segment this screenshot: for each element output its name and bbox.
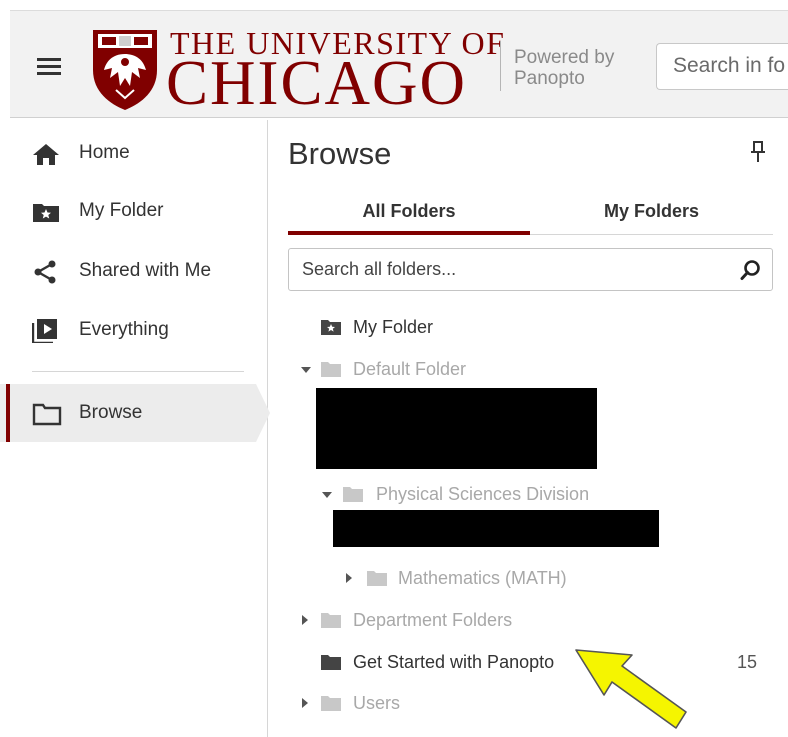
tree-item-default-folder[interactable]: Default Folder	[300, 359, 500, 383]
redacted-block	[316, 388, 597, 469]
tab-label: All Folders	[362, 201, 456, 221]
sidebar-item-label: Shared with Me	[79, 260, 212, 281]
starred-folder-icon	[321, 320, 341, 335]
caret-down-icon[interactable]	[321, 490, 333, 502]
tree-item-label: Default Folder	[353, 359, 467, 379]
tree-item-department-folders[interactable]: Department Folders	[299, 610, 539, 634]
starred-folder-icon	[33, 204, 59, 222]
sidebar-item-everything[interactable]: Everything	[0, 305, 268, 355]
global-search-box[interactable]	[656, 43, 788, 90]
sidebar-item-label: Everything	[79, 319, 169, 340]
page-title: Browse	[288, 136, 392, 171]
tree-item-label: Users	[353, 693, 401, 713]
tree-item-label: Get Started with Panopto	[353, 652, 555, 672]
tree-item-label: Department Folders	[353, 610, 513, 630]
folder-outline-icon	[32, 403, 62, 426]
tree-item-label: My Folder	[353, 317, 434, 337]
folder-search-box[interactable]	[288, 248, 773, 291]
sidebar: Home My Folder Shared with Me Everything	[0, 120, 270, 737]
folder-icon	[321, 655, 341, 670]
tree-item-mathematics[interactable]: Mathematics (MATH)	[343, 568, 583, 592]
sidebar-item-my-folder[interactable]: My Folder	[0, 186, 268, 236]
caret-right-icon[interactable]	[343, 572, 355, 584]
tree-item-get-started-with-panopto[interactable]: Get Started with Panopto	[320, 652, 580, 676]
sidebar-divider	[32, 371, 244, 372]
redacted-block	[333, 510, 659, 547]
search-icon[interactable]	[740, 259, 762, 281]
tree-item-label: Physical Sciences Division	[376, 484, 590, 504]
folder-icon	[321, 362, 341, 377]
folder-search-input[interactable]	[302, 259, 722, 280]
tree-item-label: Mathematics (MATH)	[398, 568, 567, 588]
session-count: 15	[737, 652, 758, 672]
tab-all-folders[interactable]: All Folders	[288, 199, 530, 235]
powered-by-text: Powered by	[514, 47, 615, 68]
powered-by-label: Powered by Panopto	[514, 47, 614, 89]
share-icon	[34, 260, 56, 284]
folder-icon	[321, 613, 341, 628]
tree-item-physical-sciences-division[interactable]: Physical Sciences Division	[321, 484, 601, 508]
global-search-input[interactable]	[657, 44, 788, 78]
play-stack-icon	[32, 319, 57, 343]
caret-down-icon[interactable]	[300, 365, 312, 377]
header-divider	[500, 41, 501, 91]
home-icon	[33, 144, 59, 165]
sidebar-item-browse[interactable]: Browse	[0, 384, 270, 442]
yellow-arrow-annotation	[575, 649, 687, 729]
active-notch	[256, 384, 270, 442]
tab-my-folders[interactable]: My Folders	[530, 199, 773, 235]
pin-icon[interactable]	[750, 141, 766, 163]
tab-label: My Folders	[603, 201, 700, 221]
tree-item-users[interactable]: Users	[299, 693, 439, 717]
university-crest-logo	[93, 30, 157, 110]
hamburger-menu-icon[interactable]	[37, 58, 61, 76]
caret-right-icon[interactable]	[299, 614, 311, 626]
folder-icon	[321, 696, 341, 711]
active-indicator	[6, 384, 10, 442]
sidebar-item-shared-with-me[interactable]: Shared with Me	[0, 246, 268, 296]
sidebar-item-home[interactable]: Home	[0, 128, 268, 178]
folder-icon	[343, 487, 363, 502]
sidebar-item-label: Browse	[79, 402, 143, 423]
folder-icon	[367, 571, 387, 586]
caret-right-icon[interactable]	[299, 697, 311, 709]
logo-text-line2: CHICAGO	[166, 48, 468, 118]
top-header: THE UNIVERSITY OF CHICAGO Powered by Pan…	[10, 10, 788, 118]
sidebar-item-label: Home	[79, 142, 130, 163]
panopto-text: Panopto	[514, 68, 585, 89]
tree-item-my-folder[interactable]: My Folder	[320, 317, 520, 341]
sidebar-item-label: My Folder	[79, 200, 164, 221]
